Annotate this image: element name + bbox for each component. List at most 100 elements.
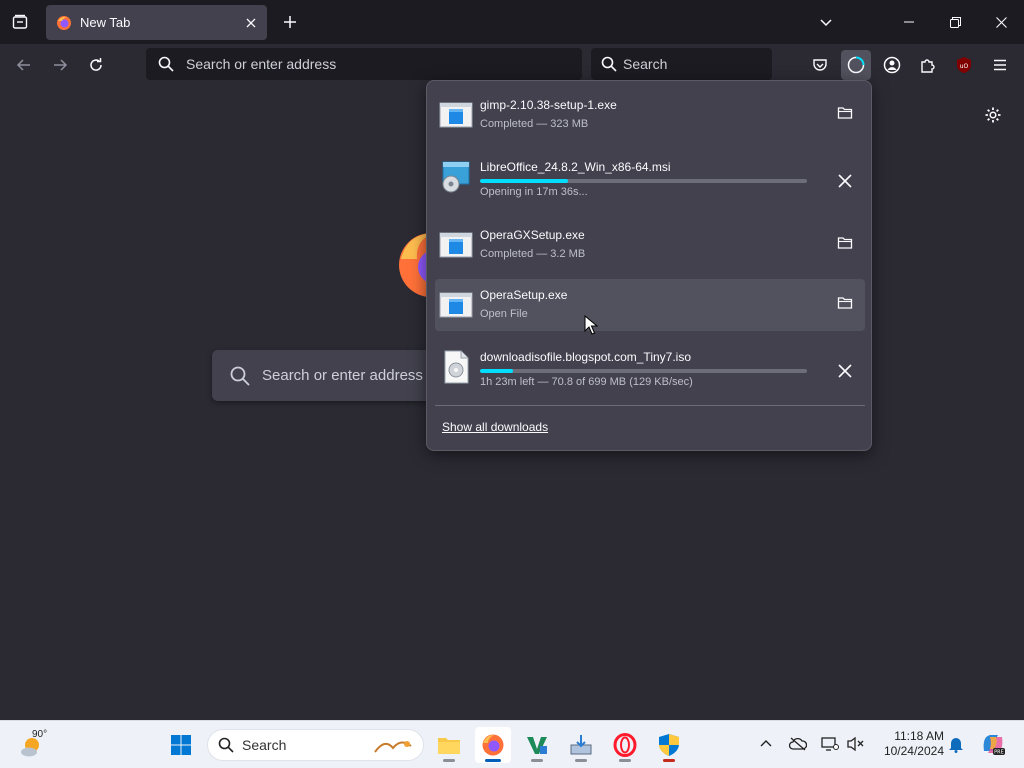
- active-indicator: [485, 759, 501, 762]
- download-status: Completed — 3.2 MB: [480, 248, 586, 260]
- show-in-folder-button[interactable]: [832, 102, 858, 128]
- app-menu-button[interactable]: [985, 50, 1015, 80]
- copilot-button[interactable]: PRE: [980, 731, 1006, 757]
- show-in-folder-button[interactable]: [832, 292, 858, 318]
- restore-icon: [949, 16, 961, 28]
- running-indicator: [531, 759, 543, 762]
- cancel-download-button[interactable]: [832, 360, 858, 386]
- gear-icon: [985, 107, 1001, 123]
- download-filename: LibreOffice_24.8.2_Win_x86-64.msi: [480, 160, 671, 174]
- show-all-downloads-label: Show all downloads: [442, 420, 549, 434]
- weather-temperature: 90°: [32, 729, 48, 740]
- exe-file-icon: [439, 288, 473, 322]
- extensions-button[interactable]: [913, 50, 943, 80]
- url-bar[interactable]: Search or enter address: [146, 48, 582, 80]
- restore-button[interactable]: [932, 0, 978, 44]
- network-icon: [821, 737, 839, 751]
- download-progress-fill: [480, 179, 569, 183]
- network-tray[interactable]: [819, 733, 841, 755]
- show-in-folder-button[interactable]: [832, 232, 858, 258]
- copilot-icon: PRE: [983, 735, 1005, 756]
- show-all-downloads-button[interactable]: Show all downloads: [442, 420, 548, 434]
- running-indicator: [443, 759, 455, 762]
- download-filename: downloadisofile.blogspot.com_Tiny7.iso: [480, 350, 692, 364]
- firefox-icon: [482, 734, 504, 756]
- cancel-icon: [838, 173, 852, 193]
- taskbar-opera[interactable]: [607, 727, 643, 763]
- taskbar-clock[interactable]: 11:18 AM 10/24/2024: [874, 729, 944, 759]
- download-status: 1h 23m left — 70.8 of 699 MB (129 KB/sec…: [480, 376, 693, 388]
- list-all-tabs-button[interactable]: [812, 8, 840, 36]
- download-filename: gimp-2.10.38-setup-1.exe: [480, 98, 617, 112]
- taskbar-firefox[interactable]: [475, 727, 511, 763]
- app-icon: [527, 737, 547, 754]
- forward-button[interactable]: [45, 50, 75, 80]
- taskbar-app-green[interactable]: [519, 727, 555, 763]
- download-item[interactable]: gimp-2.10.38-setup-1.exe Completed — 323 …: [435, 89, 865, 141]
- downloads-button[interactable]: [841, 50, 871, 80]
- download-item[interactable]: OperaSetup.exe Open File: [435, 279, 865, 331]
- download-item[interactable]: LibreOffice_24.8.2_Win_x86-64.msi Opening…: [435, 151, 865, 203]
- taskbar-search-placeholder: Search: [242, 737, 287, 753]
- arrow-right-icon: [54, 59, 68, 71]
- download-item[interactable]: downloadisofile.blogspot.com_Tiny7.iso 1h…: [435, 341, 865, 393]
- search-bar[interactable]: Search: [591, 48, 772, 80]
- folder-icon: [837, 295, 853, 316]
- volume-tray[interactable]: [845, 733, 867, 755]
- download-filename: OperaSetup.exe: [480, 288, 568, 302]
- new-tab-button[interactable]: [276, 8, 304, 36]
- downloads-progress-icon: [847, 56, 865, 74]
- folder-icon: [438, 738, 460, 754]
- installer-icon: [570, 735, 592, 755]
- firefox-favicon-icon: [57, 15, 71, 30]
- clock-time: 11:18 AM: [894, 729, 944, 743]
- plus-icon: [284, 16, 296, 28]
- close-icon: [995, 16, 1007, 28]
- tab-title: New Tab: [80, 15, 131, 30]
- windows-taskbar: 90° Search 11:18 AM 10/24/2024 PRE: [0, 720, 1024, 768]
- firefox-view-button[interactable]: [6, 8, 34, 36]
- running-indicator: [575, 759, 587, 762]
- svg-text:uO: uO: [960, 63, 969, 70]
- new-tab-search-placeholder: Search or enter address: [262, 367, 423, 384]
- iso-file-icon: [439, 350, 473, 384]
- clock-date: 10/24/2024: [883, 744, 944, 758]
- search-icon: [158, 56, 174, 72]
- show-hidden-icons-button[interactable]: [755, 733, 777, 755]
- cancel-download-button[interactable]: [832, 170, 858, 196]
- running-indicator: [663, 759, 675, 762]
- cancel-icon: [838, 363, 852, 383]
- reload-button[interactable]: [81, 50, 111, 80]
- windows-logo-icon: [171, 735, 191, 755]
- svg-text:PRE: PRE: [994, 750, 1004, 756]
- pocket-button[interactable]: [805, 50, 835, 80]
- tab-new-tab[interactable]: New Tab: [46, 5, 267, 40]
- download-item[interactable]: OperaGXSetup.exe Completed — 3.2 MB: [435, 219, 865, 271]
- start-button[interactable]: [163, 727, 199, 763]
- taskbar-installer[interactable]: [563, 727, 599, 763]
- folder-icon: [837, 235, 853, 256]
- search-highlight-image: [374, 741, 412, 753]
- mouse-cursor: [584, 315, 598, 335]
- search-icon: [230, 366, 250, 386]
- account-button[interactable]: [877, 50, 907, 80]
- close-icon: [246, 18, 256, 27]
- close-window-button[interactable]: [978, 0, 1024, 44]
- notifications-button[interactable]: [945, 733, 967, 755]
- taskbar-security[interactable]: [651, 727, 687, 763]
- download-progress-bar: [480, 179, 807, 183]
- onedrive-tray[interactable]: [787, 733, 809, 755]
- download-progress-fill: [480, 369, 513, 373]
- ublock-origin-icon: uO: [957, 57, 971, 73]
- minimize-button[interactable]: [886, 0, 932, 44]
- taskbar-search-box[interactable]: Search: [207, 729, 424, 761]
- back-button[interactable]: [9, 50, 39, 80]
- speaker-muted-icon: [847, 736, 864, 752]
- weather-widget[interactable]: 90°: [18, 727, 58, 763]
- tab-close-button[interactable]: [239, 11, 263, 35]
- ublock-origin-button[interactable]: uO: [949, 50, 979, 80]
- taskbar-file-explorer[interactable]: [431, 727, 467, 763]
- pocket-icon: [813, 59, 827, 71]
- bell-icon: [949, 738, 963, 753]
- customize-new-tab-button[interactable]: [980, 102, 1006, 128]
